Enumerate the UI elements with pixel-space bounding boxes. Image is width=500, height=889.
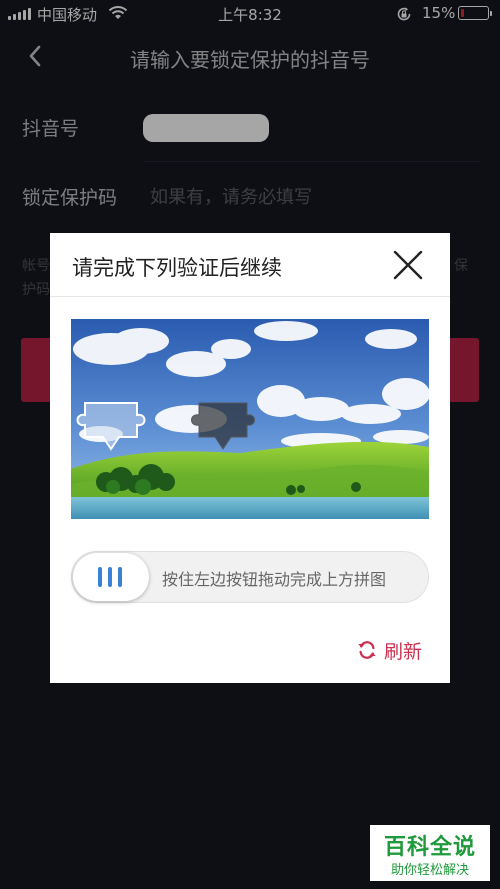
refresh-button[interactable]: 刷新 — [356, 637, 422, 663]
drag-grip-icon — [98, 567, 122, 587]
watermark-logo: 百科全说 助你轻松解决 — [370, 825, 490, 881]
slider-handle[interactable] — [73, 553, 149, 601]
watermark-title: 百科全说 — [383, 835, 476, 860]
modal-header: 请完成下列验证后继续 — [50, 233, 450, 297]
modal-title: 请完成下列验证后继续 — [72, 256, 282, 280]
verification-modal: 请完成下列验证后继续 按住左边按钮拖动完成上方拼图 刷新 — [50, 233, 450, 683]
refresh-icon — [358, 641, 376, 659]
slider-track[interactable]: 按住左边按钮拖动完成上方拼图 — [71, 551, 429, 603]
close-icon[interactable] — [390, 247, 426, 283]
slider-hint: 按住左边按钮拖动完成上方拼图 — [162, 570, 387, 589]
refresh-label: 刷新 — [384, 640, 423, 663]
puzzle-image — [71, 319, 429, 519]
watermark-slogan: 助你轻松解决 — [390, 863, 469, 878]
